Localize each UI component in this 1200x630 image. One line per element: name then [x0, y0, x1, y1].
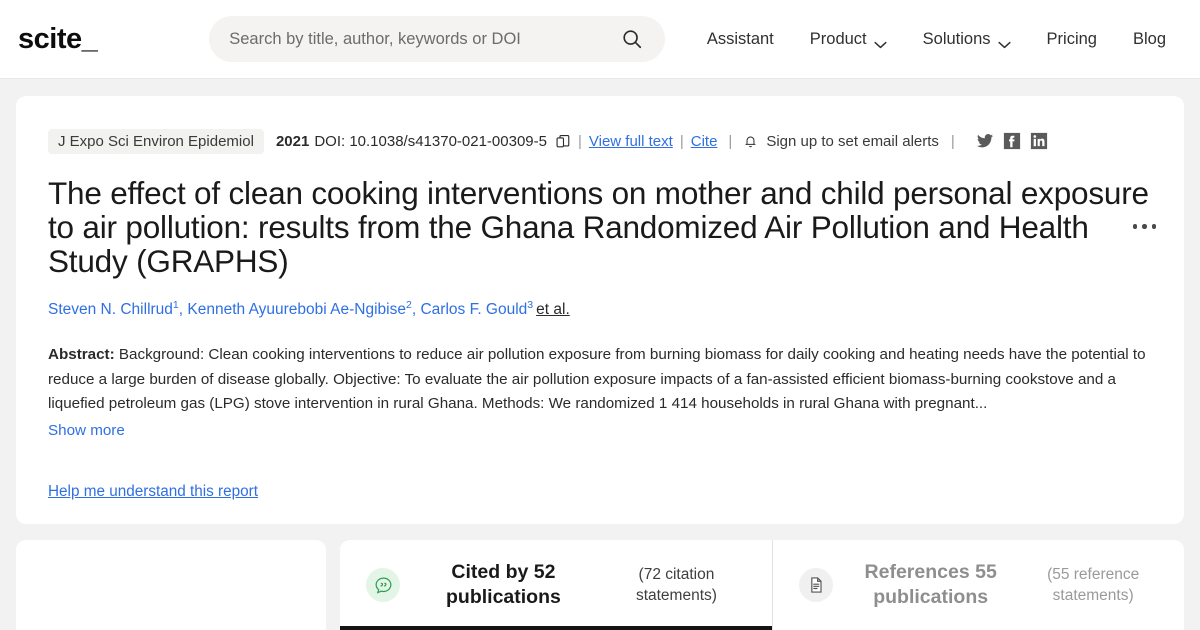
publication-year: 2021	[275, 132, 310, 150]
paper-metadata-bar: J Expo Sci Environ Epidemiol 2021 DOI: 1…	[48, 128, 1152, 154]
bell-icon[interactable]	[743, 133, 758, 150]
author-link[interactable]: Kenneth Ayuurebobi Ae-Ngibise2	[187, 299, 411, 319]
divider: |	[679, 132, 684, 150]
nav-item-product[interactable]: Product	[792, 30, 905, 49]
show-more-link[interactable]: Show more	[48, 422, 125, 439]
author-link[interactable]: Steven N. Chillrud1	[48, 299, 179, 319]
chevron-down-icon	[997, 35, 1011, 49]
copy-icon[interactable]	[555, 133, 571, 150]
nav-item-pricing[interactable]: Pricing	[1029, 30, 1115, 49]
nav-label: Solutions	[922, 29, 991, 48]
et-al-link[interactable]: et al.	[536, 301, 570, 318]
top-navigation-bar: scite_ Assistant Product Solutions Prici…	[0, 0, 1200, 79]
view-full-text-link[interactable]: View full text	[589, 133, 673, 150]
author-name: Carlos F. Gould	[420, 301, 528, 319]
tab-cited-by-title: Cited by 52 publications	[446, 561, 561, 608]
nav-label: Pricing	[1046, 29, 1097, 48]
author-link[interactable]: Carlos F. Gould3	[420, 299, 534, 319]
nav-item-solutions[interactable]: Solutions	[905, 30, 1029, 49]
nav-item-assistant[interactable]: Assistant	[689, 30, 792, 49]
author-list: Steven N. Chillrud1, Kenneth Ayuurebobi …	[48, 299, 1152, 319]
bottom-section: Cited by 52 publications (72 citation st…	[0, 540, 1200, 630]
author-affiliation-marker: 3	[527, 299, 534, 311]
abstract-text: Abstract: Background: Clean cooking inte…	[48, 343, 1152, 417]
quote-bubble-icon	[366, 568, 400, 602]
tab-cited-by[interactable]: Cited by 52 publications (72 citation st…	[340, 540, 772, 630]
journal-badge[interactable]: J Expo Sci Environ Epidemiol	[48, 128, 264, 154]
tab-references[interactable]: References 55 publications (55 reference…	[772, 540, 1184, 630]
search-bar[interactable]	[209, 16, 665, 62]
author-name: Steven N. Chillrud	[48, 301, 173, 319]
help-understand-report-link[interactable]: Help me understand this report	[48, 483, 258, 501]
document-icon	[799, 568, 833, 602]
facebook-icon[interactable]	[1003, 132, 1021, 150]
nav-item-blog[interactable]: Blog	[1115, 30, 1184, 49]
divider: |	[728, 132, 733, 150]
abstract-body: Background: Clean cooking interventions …	[48, 346, 1146, 413]
search-icon[interactable]	[621, 28, 643, 50]
author-name: Kenneth Ayuurebobi Ae-Ngibise	[187, 301, 406, 319]
scite-logo[interactable]: scite_	[18, 23, 98, 56]
more-options-icon[interactable]	[1132, 224, 1156, 229]
abstract-label: Abstract:	[48, 346, 115, 364]
nav-label: Product	[809, 29, 867, 48]
twitter-icon[interactable]	[976, 132, 994, 150]
divider: |	[577, 132, 582, 150]
nav-label: Blog	[1132, 29, 1166, 48]
page-title: The effect of clean cooking intervention…	[48, 175, 1149, 279]
doi-text: DOI: 10.1038/s41370-021-00309-5	[314, 132, 547, 150]
citation-tabs: Cited by 52 publications (72 citation st…	[340, 540, 1184, 630]
tab-references-subtitle: (55 reference statements)	[1047, 566, 1140, 604]
linkedin-icon[interactable]	[1030, 132, 1048, 150]
search-input[interactable]	[229, 29, 621, 49]
tab-cited-by-subtitle: (72 citation statements)	[635, 566, 717, 604]
nav-label: Assistant	[706, 29, 774, 48]
chevron-down-icon	[874, 35, 887, 49]
sidebar-panel	[16, 540, 326, 630]
divider: |	[950, 132, 955, 150]
main-nav: Assistant Product Solutions Pricing Blog	[689, 30, 1184, 49]
email-alerts-label[interactable]: Sign up to set email alerts	[766, 133, 939, 150]
cite-link[interactable]: Cite	[691, 133, 718, 150]
paper-card: J Expo Sci Environ Epidemiol 2021 DOI: 1…	[16, 96, 1184, 524]
tab-references-title: References 55 publications	[864, 561, 997, 608]
